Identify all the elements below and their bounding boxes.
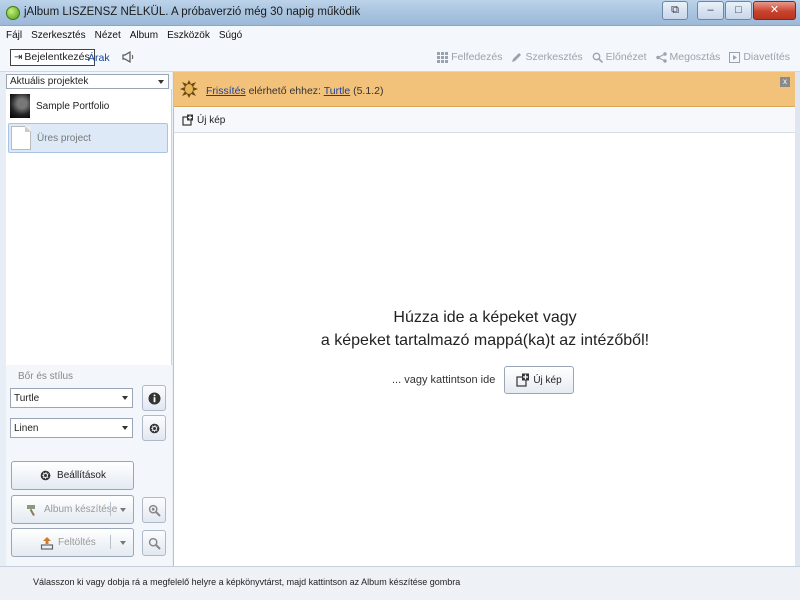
tab-slideshow-label: Diavetítés [743,51,790,63]
update-text: elérhető ehhez: [245,85,324,97]
drop-alt-text: ... vagy kattintson ide [392,374,496,386]
settings-label: Beállítások [57,470,106,481]
button-separator [110,535,111,549]
tab-edit[interactable]: Szerkesztés [511,51,583,63]
tab-explore[interactable]: Felfedezés [437,51,502,63]
tab-edit-label: Szerkesztés [525,51,583,63]
search-icon [148,537,161,550]
upload-label: Feltöltés [58,537,96,548]
megaphone-icon[interactable] [121,50,135,64]
chevron-down-icon [122,426,128,430]
projects-combo-value: Aktuális projektek [10,76,89,87]
status-text: Válasszon ki vagy dobja rá a megfelelő h… [33,577,461,587]
tab-share-label: Megosztás [669,51,721,63]
tab-preview-label: Előnézet [605,51,647,63]
app-logo-icon [6,6,20,20]
restore-window-icon[interactable]: ⧉ [662,1,688,20]
minimize-button[interactable]: – [697,1,724,20]
settings-button[interactable]: Beállítások [11,461,134,490]
login-button[interactable]: ⇥ Bejelentkezés [10,49,95,66]
upload-button[interactable]: Feltöltés [11,528,134,557]
gear-icon [149,423,159,433]
menu-bar: Fájl Szerkesztés Nézet Album Eszközök Sú… [0,26,800,44]
project-item-sample-portfolio[interactable]: Sample Portfolio [8,91,168,121]
play-icon [729,51,741,63]
update-banner: Frissítés elérhető ehhez: Turtle (5.1.2)… [174,72,796,107]
add-image-icon [182,114,193,126]
skin-select-value: Turtle [14,392,40,404]
skin-settings-button[interactable] [142,415,166,441]
chevron-down-icon[interactable] [120,541,126,545]
drop-new-image-label: Új kép [533,374,562,386]
add-image-icon [516,373,530,387]
prices-link[interactable]: Árak [88,52,110,64]
login-icon: ⇥ [14,52,23,63]
update-version: (5.1.2) [350,85,384,97]
login-label: Bejelentkezés [24,51,90,63]
tab-explore-label: Felfedezés [451,51,503,63]
drop-hint-line1: Húzza ide a képeket vagy [393,309,577,326]
skin-select[interactable]: Turtle [10,388,133,408]
skin-info-button[interactable] [142,385,166,411]
new-image-label: Új kép [197,114,226,126]
menu-help[interactable]: Súgó [219,30,242,41]
new-image-button[interactable]: Új kép [182,114,225,126]
window-controls: ⧉ – □ ✕ [662,1,796,20]
menu-album[interactable]: Album [130,30,158,41]
drop-hint-line2: a képeket tartalmazó mappá(ka)t az intéz… [320,332,650,349]
skin-section-label: Bőr és stílus [18,371,74,382]
view-switcher: Felfedezés Szerkesztés Előnézet Megosztá… [437,51,790,63]
hammer-icon [27,504,35,516]
chevron-down-icon[interactable] [120,508,126,512]
search-upload-button[interactable] [142,530,166,556]
menu-tools[interactable]: Eszközök [167,30,210,41]
turtle-skin-icon [180,80,198,98]
style-select-value: Linen [14,422,39,434]
style-select[interactable]: Linen [10,418,133,438]
preview-album-button[interactable] [142,497,166,523]
pencil-icon [512,52,522,62]
maximize-button[interactable]: □ [725,1,752,20]
magnifier-icon [592,52,603,63]
button-separator [110,502,111,516]
document-icon [11,126,31,150]
menu-edit[interactable]: Szerkesztés [31,30,85,41]
grid-icon [437,51,449,63]
tab-slideshow[interactable]: Diavetítés [729,51,790,63]
main-area: Frissítés elérhető ehhez: Turtle (5.1.2)… [173,72,796,566]
magnifier-icon [148,504,161,517]
project-thumbnail [10,94,30,118]
main-toolbar: ⇥ Bejelentkezés Árak Felfedezés Szerkesz… [0,44,800,72]
project-label: Üres project [37,132,91,144]
skin-link[interactable]: Turtle [324,85,350,97]
main-subbar: Új kép [174,108,796,133]
project-item-empty[interactable]: Üres project [8,123,168,153]
banner-close-icon[interactable]: x [780,77,790,87]
share-icon [655,51,667,63]
tab-share[interactable]: Megosztás [655,51,721,63]
window-right-edge [795,72,800,566]
info-icon [148,392,160,404]
chevron-down-icon [158,79,164,84]
tab-preview[interactable]: Előnézet [592,51,647,63]
status-bar: Válasszon ki vagy dobja rá a megfelelő h… [0,566,800,600]
make-album-button[interactable]: Album készítése [11,495,134,524]
update-message: Frissítés elérhető ehhez: Turtle (5.1.2) [206,85,383,97]
update-link[interactable]: Frissítés [206,85,246,97]
window-title: jAlbum LISZENSZ NÉLKÜL. A próbaverzió mé… [24,6,361,18]
projects-combo[interactable]: Aktuális projektek [6,74,169,89]
title-bar: jAlbum LISZENSZ NÉLKÜL. A próbaverzió mé… [0,0,800,26]
gear-icon [40,470,51,481]
chevron-down-icon [122,396,128,400]
make-album-label: Album készítése [44,504,118,515]
project-label: Sample Portfolio [36,100,110,112]
menu-view[interactable]: Nézet [95,30,121,41]
project-list: Sample Portfolio Üres project [6,89,172,365]
menu-file[interactable]: Fájl [6,30,22,41]
drop-new-image-button[interactable]: Új kép [504,366,574,394]
upload-icon [40,536,54,550]
close-button[interactable]: ✕ [753,1,796,20]
left-panel: Aktuális projektek Sample Portfolio Üres… [6,72,172,566]
